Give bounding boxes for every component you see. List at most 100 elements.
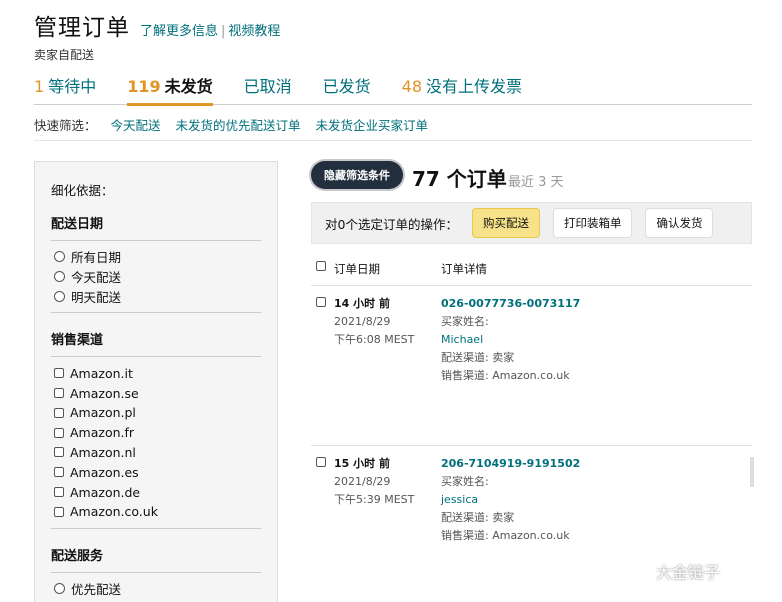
checkbox-amazon-it[interactable]: Amazon.it xyxy=(51,363,261,383)
checkbox-amazon-es[interactable]: Amazon.es xyxy=(51,462,261,482)
order-status-tabs: 1 等待中 119 未发货 已取消 已发货 48 没有上传发票 xyxy=(34,70,752,106)
checkbox[interactable] xyxy=(54,487,64,498)
checkbox[interactable] xyxy=(54,506,64,517)
checkbox[interactable] xyxy=(54,447,64,458)
checkbox[interactable] xyxy=(54,427,64,438)
order-details-cell: 206-7104919-9191502 买家姓名: jessica 配送渠道: … xyxy=(441,455,580,545)
checkbox[interactable] xyxy=(54,407,64,418)
print-packing-slip-button[interactable]: 打印装箱单 xyxy=(552,208,633,238)
tab-label: 已发货 xyxy=(322,77,371,96)
row-checkbox[interactable] xyxy=(316,457,326,467)
checkbox-amazon-de[interactable]: Amazon.de xyxy=(51,482,261,502)
delivery-date-options: 所有日期 今天配送 明天配送 xyxy=(51,247,261,306)
option-label: Amazon.fr xyxy=(70,425,135,441)
quick-filter-priority-unshipped[interactable]: 未发货的优先配送订单 xyxy=(176,115,301,134)
header: 管理订单 了解更多信息 | 视频教程 xyxy=(34,8,280,42)
tab-shipped[interactable]: 已发货 xyxy=(323,70,371,105)
column-order-date: 订单日期 xyxy=(334,262,380,276)
divider xyxy=(51,312,261,314)
checkbox[interactable] xyxy=(54,388,64,399)
bulk-action-bar: 对0个选定订单的操作： 购买配送 打印装箱单 确认发货 xyxy=(311,202,752,244)
learn-more-link[interactable]: 了解更多信息 xyxy=(140,24,218,39)
recent-range: 最近 3 天 xyxy=(508,175,564,190)
tab-count: 1 xyxy=(34,77,45,96)
tab-label: 已取消 xyxy=(243,77,292,96)
link-separator: | xyxy=(221,24,226,39)
checkbox-amazon-nl[interactable]: Amazon.nl xyxy=(51,443,261,463)
confirm-shipment-button[interactable]: 确认发货 xyxy=(645,208,714,238)
hide-filters-button[interactable]: 隐藏筛选条件 xyxy=(311,161,403,189)
quick-filter-today[interactable]: 今天配送 xyxy=(111,115,161,134)
tab-count: 119 xyxy=(127,77,161,96)
buyer-name-link[interactable]: jessica xyxy=(441,491,580,509)
buyer-name-label: 买家姓名: xyxy=(441,315,489,328)
video-tutorial-link[interactable]: 视频教程 xyxy=(228,24,280,39)
watermark: 大金链子 xyxy=(624,559,720,583)
option-label: Amazon.de xyxy=(70,484,141,500)
orders-table-header: 订单日期 订单详情 xyxy=(311,250,752,286)
radio-circle[interactable] xyxy=(54,251,65,263)
cropped-edge-mark xyxy=(750,457,754,487)
page-title: 管理订单 xyxy=(34,15,130,41)
radio-circle[interactable] xyxy=(54,583,65,595)
option-label: 今天配送 xyxy=(71,270,122,286)
buyer-name-label: 买家姓名: xyxy=(441,475,489,488)
refine-label: 细化依据： xyxy=(51,183,114,198)
refine-sidebar: 细化依据： 配送日期 所有日期 今天配送 明天配送 销售渠道 Amazon.it… xyxy=(34,161,278,602)
tab-no-invoice[interactable]: 48 没有上传发票 xyxy=(402,70,522,105)
delivery-service-heading: 配送服务 xyxy=(51,545,261,573)
table-row: 14 小时 前 2021/8/29 下午6:08 MEST 026-007773… xyxy=(311,287,752,446)
order-date-cell: 14 小时 前 2021/8/29 下午6:08 MEST xyxy=(334,295,414,349)
quick-filter-bar: 快速筛选： 今天配送 未发货的优先配送订单 未发货企业买家订单 xyxy=(34,115,443,134)
delivery-date-heading: 配送日期 xyxy=(51,213,261,241)
sales-channel-heading: 销售渠道 xyxy=(51,329,261,358)
radio-deliver-today[interactable]: 今天配送 xyxy=(51,267,261,287)
sales-channel: 销售渠道: Amazon.co.uk xyxy=(441,529,570,542)
buyer-name-link[interactable]: Michael xyxy=(441,331,580,349)
checkbox[interactable] xyxy=(54,467,64,478)
quick-filter-business-unshipped[interactable]: 未发货企业买家订单 xyxy=(316,115,429,134)
sales-channel-options: Amazon.it Amazon.se Amazon.pl Amazon.fr … xyxy=(51,363,261,521)
order-id-link[interactable]: 206-7104919-9191502 xyxy=(441,455,580,473)
radio-circle[interactable] xyxy=(54,290,65,302)
radio-circle[interactable] xyxy=(54,271,65,283)
checkbox-amazon-se[interactable]: Amazon.se xyxy=(51,383,261,403)
option-label: Amazon.nl xyxy=(70,444,136,460)
checkbox-amazon-pl[interactable]: Amazon.pl xyxy=(51,403,261,423)
bulk-action-label: 对0个选定订单的操作： xyxy=(325,216,458,232)
watermark-text: 大金链子 xyxy=(656,563,721,582)
order-id-link[interactable]: 026-0077736-0073117 xyxy=(441,295,580,313)
option-label: 优先配送 xyxy=(71,582,122,598)
order-date: 2021/8/29 xyxy=(334,315,391,328)
fulfillment-subtitle: 卖家自配送 xyxy=(34,48,95,62)
order-count: 77 个订单 xyxy=(412,167,507,191)
column-order-details: 订单详情 xyxy=(441,262,487,276)
order-time: 下午5:39 MEST xyxy=(334,493,415,506)
sales-channel: 销售渠道: Amazon.co.uk xyxy=(441,369,570,382)
radio-deliver-tomorrow[interactable]: 明天配送 xyxy=(51,287,261,307)
checkbox[interactable] xyxy=(54,368,64,379)
option-label: Amazon.it xyxy=(70,365,133,381)
option-label: Amazon.es xyxy=(70,464,139,480)
fulfillment-channel: 配送渠道: 卖家 xyxy=(441,511,515,524)
select-all-checkbox[interactable] xyxy=(316,261,326,271)
checkbox-amazon-fr[interactable]: Amazon.fr xyxy=(51,423,261,443)
tab-pending[interactable]: 1 等待中 xyxy=(34,70,96,105)
option-label: Amazon.co.uk xyxy=(70,504,158,520)
checkbox-amazon-co-uk[interactable]: Amazon.co.uk xyxy=(51,502,261,522)
option-label: 所有日期 xyxy=(71,250,122,266)
radio-all-dates[interactable]: 所有日期 xyxy=(51,247,261,267)
row-checkbox[interactable] xyxy=(316,297,326,307)
tab-unshipped[interactable]: 119 未发货 xyxy=(127,70,214,106)
wechat-icon xyxy=(624,561,650,580)
order-age: 15 小时 前 xyxy=(334,457,390,470)
buy-shipping-button[interactable]: 购买配送 xyxy=(471,208,540,238)
option-label: Amazon.pl xyxy=(70,405,136,421)
option-label: Amazon.se xyxy=(70,385,139,401)
tab-count: 48 xyxy=(401,77,423,96)
tab-label: 未发货 xyxy=(164,77,213,96)
radio-priority-delivery[interactable]: 优先配送 xyxy=(51,579,261,599)
quick-filter-label: 快速筛选： xyxy=(34,118,97,133)
delivery-service-options: 优先配送 xyxy=(51,579,261,599)
tab-cancelled[interactable]: 已取消 xyxy=(244,70,292,105)
